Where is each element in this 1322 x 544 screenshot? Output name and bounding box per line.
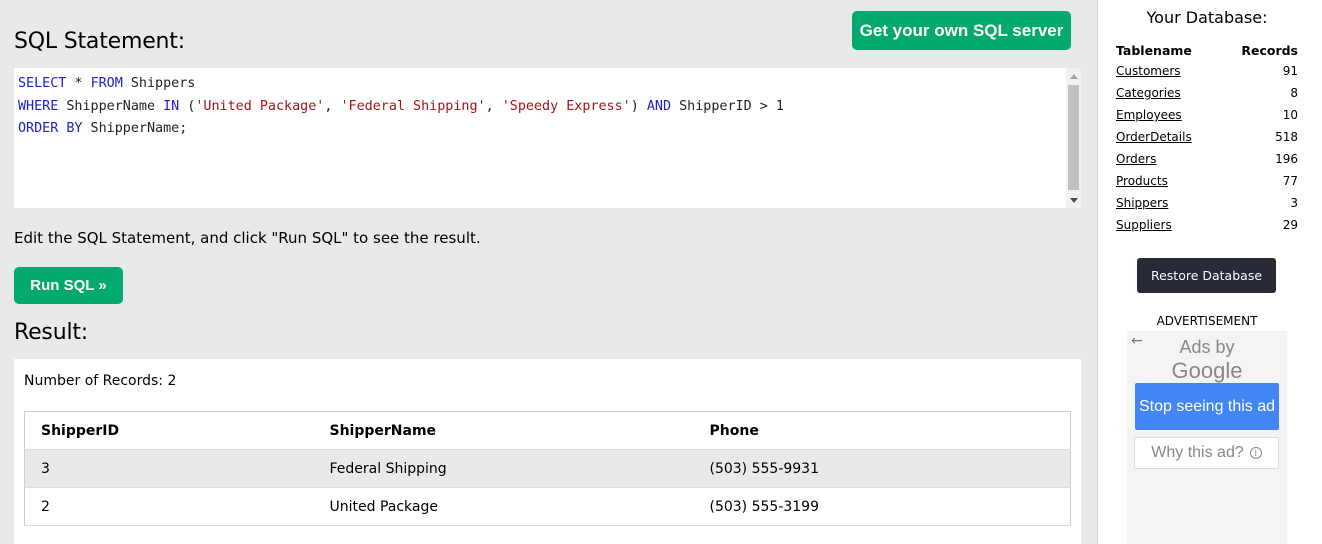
table-link-customers[interactable]: Customers bbox=[1116, 64, 1181, 78]
table-row: 2 United Package (503) 555-3199 bbox=[24, 487, 1071, 526]
run-sql-button[interactable]: Run SQL » bbox=[14, 267, 123, 304]
record-count-cell: 29 bbox=[1282, 218, 1298, 232]
result-panel: Number of Records: 2 ShipperID ShipperNa… bbox=[14, 359, 1081, 544]
why-this-ad-label: Why this ad? bbox=[1151, 444, 1244, 461]
database-header-row: Tablename Records bbox=[1116, 40, 1298, 60]
code-line[interactable]: SELECT * FROM Shippers bbox=[18, 73, 784, 96]
code-line[interactable]: ORDER BY ShipperName; bbox=[18, 118, 784, 141]
table-link-categories[interactable]: Categories bbox=[1116, 86, 1181, 100]
table-row: 3 Federal Shipping (503) 555-9931 bbox=[24, 449, 1071, 488]
database-row: Shippers 3 bbox=[1116, 192, 1298, 214]
info-icon: i bbox=[1249, 447, 1262, 459]
stop-seeing-ad-button[interactable]: Stop seeing this ad bbox=[1135, 383, 1279, 430]
database-sidebar: Your Database: Tablename Records Custome… bbox=[1097, 0, 1322, 544]
database-row: Categories 8 bbox=[1116, 82, 1298, 104]
ad-box: ← Ads by Google Stop seeing this ad Why … bbox=[1127, 331, 1287, 544]
sql-token: * bbox=[66, 76, 91, 91]
database-row: Employees 10 bbox=[1116, 104, 1298, 126]
editor-scrollbar[interactable] bbox=[1066, 68, 1081, 208]
instruction-text: Edit the SQL Statement, and click "Run S… bbox=[14, 229, 481, 247]
sql-keyword: WHERE bbox=[18, 98, 59, 114]
result-table: ShipperID ShipperName Phone 3 Federal Sh… bbox=[24, 411, 1071, 526]
record-count: Number of Records: 2 bbox=[24, 373, 177, 389]
scroll-up-arrow-icon[interactable] bbox=[1066, 68, 1081, 84]
column-header: Phone bbox=[693, 411, 1071, 450]
ads-by-text: Ads by bbox=[1179, 337, 1235, 357]
table-cell: 2 bbox=[24, 487, 314, 526]
sql-keyword: AND bbox=[646, 98, 672, 114]
restore-database-button[interactable]: Restore Database bbox=[1137, 258, 1276, 293]
sql-statement-title: SQL Statement: bbox=[14, 29, 185, 54]
sql-token: ShipperName bbox=[58, 98, 164, 114]
tablename-header: Tablename bbox=[1116, 42, 1192, 58]
database-title: Your Database: bbox=[1146, 8, 1268, 27]
sql-keyword: IN bbox=[163, 98, 180, 114]
record-count-cell: 8 bbox=[1290, 86, 1298, 100]
google-logo-text: Google bbox=[1171, 358, 1243, 383]
table-cell: (503) 555-9931 bbox=[693, 449, 1071, 488]
main-panel: SQL Statement: Get your own SQL server S… bbox=[0, 0, 1097, 544]
sql-keyword: SELECT bbox=[18, 76, 67, 91]
column-header: ShipperName bbox=[313, 411, 694, 450]
table-link-orders[interactable]: Orders bbox=[1116, 152, 1156, 166]
database-row: Orders 196 bbox=[1116, 148, 1298, 170]
database-row: OrderDetails 518 bbox=[1116, 126, 1298, 148]
sql-keyword: FROM bbox=[90, 76, 123, 91]
sql-token: ShipperID > 1 bbox=[671, 98, 784, 114]
database-table: Tablename Records Customers 91 Categories… bbox=[1116, 40, 1298, 236]
sql-string: 'Speedy Express' bbox=[501, 98, 631, 114]
record-count-cell: 77 bbox=[1282, 174, 1298, 188]
table-link-suppliers[interactable]: Suppliers bbox=[1116, 218, 1172, 232]
table-cell: 3 bbox=[24, 449, 314, 488]
result-header-row: ShipperID ShipperName Phone bbox=[24, 411, 1071, 450]
table-cell: (503) 555-3199 bbox=[693, 487, 1071, 526]
sql-token: ( bbox=[179, 98, 196, 114]
sql-token: Shippers bbox=[122, 76, 196, 91]
table-cell: United Package bbox=[313, 487, 694, 526]
sql-editor[interactable]: SELECT * FROM Shippers WHERE ShipperName … bbox=[14, 68, 1081, 208]
column-header: ShipperID bbox=[24, 411, 314, 450]
why-this-ad-button[interactable]: Why this ad? i bbox=[1134, 437, 1279, 469]
advertisement-label: ADVERTISEMENT bbox=[1156, 314, 1258, 328]
sql-token: , bbox=[324, 98, 341, 114]
database-row: Products 77 bbox=[1116, 170, 1298, 192]
record-count-cell: 10 bbox=[1282, 108, 1298, 122]
table-link-products[interactable]: Products bbox=[1116, 174, 1168, 188]
result-title: Result: bbox=[14, 320, 88, 345]
sql-code[interactable]: SELECT * FROM Shippers WHERE ShipperName … bbox=[18, 73, 784, 141]
scroll-down-arrow-icon[interactable] bbox=[1066, 192, 1081, 208]
record-count-cell: 518 bbox=[1275, 130, 1298, 144]
record-count-cell: 3 bbox=[1290, 196, 1298, 210]
database-row: Suppliers 29 bbox=[1116, 214, 1298, 236]
sql-string: 'United Package' bbox=[195, 98, 325, 114]
sql-token: ) bbox=[630, 98, 647, 114]
sql-token: , bbox=[485, 98, 502, 114]
code-line[interactable]: WHERE ShipperName IN ('United Package', … bbox=[18, 96, 784, 119]
table-link-orderdetails[interactable]: OrderDetails bbox=[1116, 130, 1192, 144]
record-count-cell: 91 bbox=[1282, 64, 1298, 78]
sql-keyword: ORDER BY bbox=[18, 121, 83, 136]
sql-string: 'Federal Shipping' bbox=[340, 98, 486, 114]
sql-token: ShipperName; bbox=[82, 121, 188, 136]
table-link-shippers[interactable]: Shippers bbox=[1116, 196, 1168, 210]
record-count-cell: 196 bbox=[1275, 152, 1298, 166]
records-header: Records bbox=[1241, 42, 1298, 58]
database-row: Customers 91 bbox=[1116, 60, 1298, 82]
table-cell: Federal Shipping bbox=[313, 449, 694, 488]
table-link-employees[interactable]: Employees bbox=[1116, 108, 1182, 122]
get-sql-server-button[interactable]: Get your own SQL server bbox=[852, 11, 1071, 50]
scroll-thumb[interactable] bbox=[1068, 85, 1079, 190]
